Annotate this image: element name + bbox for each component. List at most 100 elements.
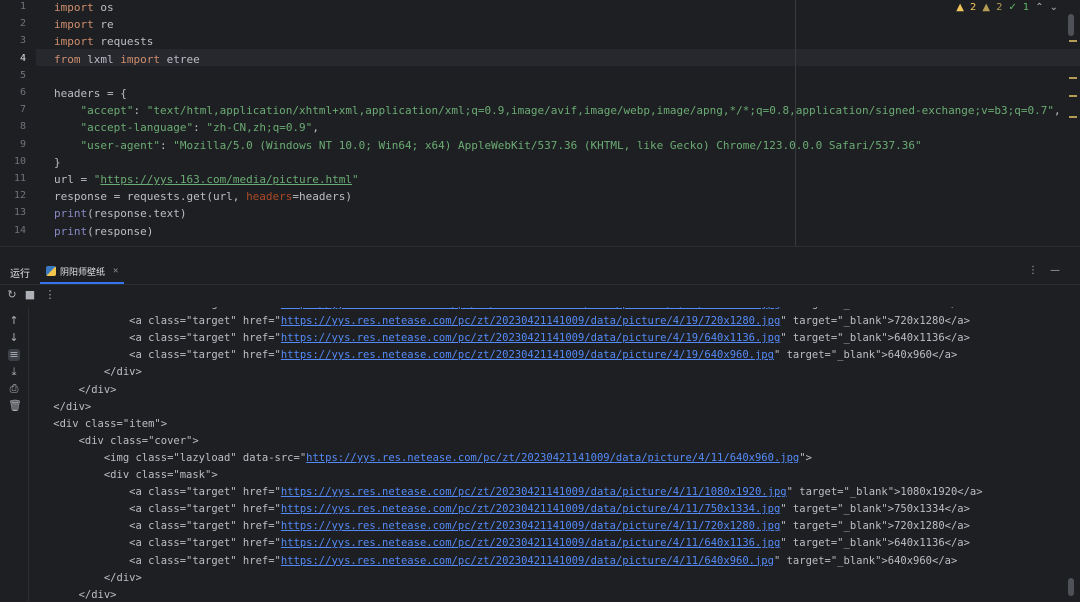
console-text: <a class="target" href=" <box>28 349 281 362</box>
console-line: </div> <box>28 570 142 587</box>
line-number[interactable]: 4 <box>0 53 26 64</box>
chevron-up-icon[interactable]: ⌃ <box>1035 2 1043 13</box>
more-icon[interactable]: ⋮ <box>44 289 56 301</box>
console-link[interactable]: https://yys.res.netease.com/pc/zt/202304… <box>281 315 780 327</box>
editor-scrollbar-thumb[interactable] <box>1068 14 1074 36</box>
console-text: <a class="target" href=" <box>28 520 281 533</box>
console-text: <a class="target" href=" <box>28 486 281 499</box>
console-link[interactable]: https://yys.res.netease.com/pc/zt/202304… <box>281 555 774 567</box>
code-line[interactable]: import os <box>54 0 114 16</box>
code-editor[interactable]: 1 2 3 4 5 6 7 8 9 10 11 12 13 14 import os import re im… <box>0 0 1080 246</box>
line-number[interactable]: 9 <box>0 139 26 150</box>
console-link[interactable]: https://yys.res.netease.com/pc/zt/202304… <box>281 307 780 310</box>
run-window-actions: ⋮ — <box>1028 265 1060 276</box>
line-number[interactable]: 3 <box>0 35 26 46</box>
run-tool-window-header: 运行 阴阳师壁纸 ✕ ⋮ — <box>0 260 1080 285</box>
code-line[interactable]: print(response.text) <box>54 205 186 222</box>
code-token: import <box>120 52 160 66</box>
console-link[interactable]: https://yys.res.netease.com/pc/zt/202304… <box>281 503 780 515</box>
code-line[interactable]: from lxml import etree <box>54 51 200 68</box>
chevron-down-icon[interactable]: ⌄ <box>1050 2 1058 13</box>
console-link[interactable]: https://yys.res.netease.com/pc/zt/202304… <box>281 486 787 498</box>
console-link[interactable]: https://yys.res.netease.com/pc/zt/202304… <box>281 537 780 549</box>
scroll-to-end-icon[interactable]: ⤓ <box>8 366 20 378</box>
console-link[interactable]: https://yys.res.netease.com/pc/zt/202304… <box>281 332 780 344</box>
line-number[interactable]: 6 <box>0 87 26 98</box>
code-line[interactable]: headers = { <box>54 85 127 102</box>
stop-icon[interactable]: ■ <box>24 289 36 301</box>
line-number[interactable]: 10 <box>0 156 26 167</box>
code-token: os <box>93 1 114 14</box>
error-stripe-marker[interactable] <box>1069 116 1077 118</box>
code-line[interactable]: import requests <box>54 33 153 50</box>
console-text: " target="_blank">640x1136</a> <box>780 332 970 345</box>
code-line[interactable]: import re <box>54 16 114 33</box>
line-number[interactable]: 14 <box>0 225 26 236</box>
clear-all-icon[interactable]: 🗑 <box>8 400 22 412</box>
console-text: </div> <box>28 588 117 601</box>
line-number[interactable]: 13 <box>0 207 26 218</box>
tool-window-splitter[interactable] <box>0 246 1080 261</box>
code-token: import <box>54 18 94 32</box>
code-line[interactable]: "accept-language": "zh-CN,zh;q=0.9", <box>54 119 319 136</box>
soft-wrap-icon[interactable]: ≡ <box>8 349 20 361</box>
code-token: headers = { <box>54 87 127 100</box>
line-number[interactable]: 1 <box>0 1 26 12</box>
code-token: from <box>54 52 81 66</box>
code-token: "accept-language" <box>80 121 194 135</box>
scroll-up-icon[interactable]: ↑ <box>8 315 20 327</box>
warning-triangle-icon: ▲ <box>956 1 964 13</box>
console-text: </div> <box>28 571 142 584</box>
warnings-count: 2 <box>970 1 977 13</box>
code-line[interactable]: print(response) <box>54 223 153 240</box>
line-number-gutter[interactable]: 1 2 3 4 5 6 7 8 9 10 11 12 13 14 <box>0 0 36 246</box>
code-line[interactable]: response = requests.get(url, headers=hea… <box>54 188 352 205</box>
code-token: print <box>54 207 88 221</box>
code-line[interactable]: "user-agent": "Mozilla/5.0 (Windows NT 1… <box>54 137 922 154</box>
console-sidebar: ↑ ↓ ≡ ⤓ ⎙ 🗑 <box>0 307 29 602</box>
inspection-widget[interactable]: ▲ 2 ▲ 2 ✓ 1 ⌃ ⌄ <box>956 0 1058 14</box>
console-link[interactable]: https://yys.res.netease.com/pc/zt/202304… <box>281 349 774 361</box>
code-line[interactable]: "accept": "text/html,application/xhtml+x… <box>54 102 1061 119</box>
code-token: import <box>54 35 94 49</box>
minimize-icon[interactable]: — <box>1050 265 1060 276</box>
console-output[interactable]: <a class="target" href="https://yys.res.… <box>28 307 1068 602</box>
line-number[interactable]: 12 <box>0 190 26 201</box>
line-number[interactable]: 11 <box>0 173 26 184</box>
code-token: "Mozilla/5.0 (Windows NT 10.0; Win64; x6… <box>173 138 922 152</box>
console-text: " target="_blank">640x960</a> <box>773 349 958 362</box>
run-tab[interactable]: 阴阳师壁纸 ✕ <box>40 260 124 284</box>
code-token: =headers) <box>292 190 353 204</box>
console-text: <a class="target" href=" <box>28 537 281 550</box>
print-icon[interactable]: ⎙ <box>8 383 20 395</box>
code-line[interactable]: } <box>54 154 61 171</box>
scroll-down-icon[interactable]: ↓ <box>8 332 20 344</box>
check-icon: ✓ <box>1008 1 1017 13</box>
error-stripe-marker[interactable] <box>1069 40 1077 42</box>
console-text: </div> <box>28 383 117 396</box>
more-options-icon[interactable]: ⋮ <box>1028 265 1038 276</box>
line-number[interactable]: 5 <box>0 70 26 81</box>
code-token: , <box>312 121 319 135</box>
console-text: <a class="target" href=" <box>28 503 281 516</box>
console-link[interactable]: https://yys.res.netease.com/pc/zt/202304… <box>281 520 780 532</box>
code-line[interactable]: url = "https://yys.163.com/media/picture… <box>54 171 359 188</box>
console-text: <img class="lazyload" data-src=" <box>28 451 307 464</box>
error-stripe-marker[interactable] <box>1069 95 1077 97</box>
console-scrollbar-thumb[interactable] <box>1068 578 1074 596</box>
line-number[interactable]: 7 <box>0 104 26 115</box>
code-token: "accept" <box>80 104 134 118</box>
rerun-icon[interactable]: ↻ <box>6 289 18 301</box>
line-number[interactable]: 2 <box>0 18 26 29</box>
console-line: <div class="mask"> <box>28 467 218 484</box>
line-number[interactable]: 8 <box>0 121 26 132</box>
console-link[interactable]: https://yys.res.netease.com/pc/zt/202304… <box>306 452 799 464</box>
code-token: requests <box>93 35 154 49</box>
console-line: <a class="target" href="https://yys.res.… <box>28 484 982 501</box>
console-text: " target="_blank">720x1280</a> <box>780 520 970 533</box>
close-icon[interactable]: ✕ <box>113 266 118 276</box>
console-line: <a class="target" href="https://yys.res.… <box>28 535 970 552</box>
error-stripe-marker[interactable] <box>1069 77 1077 79</box>
